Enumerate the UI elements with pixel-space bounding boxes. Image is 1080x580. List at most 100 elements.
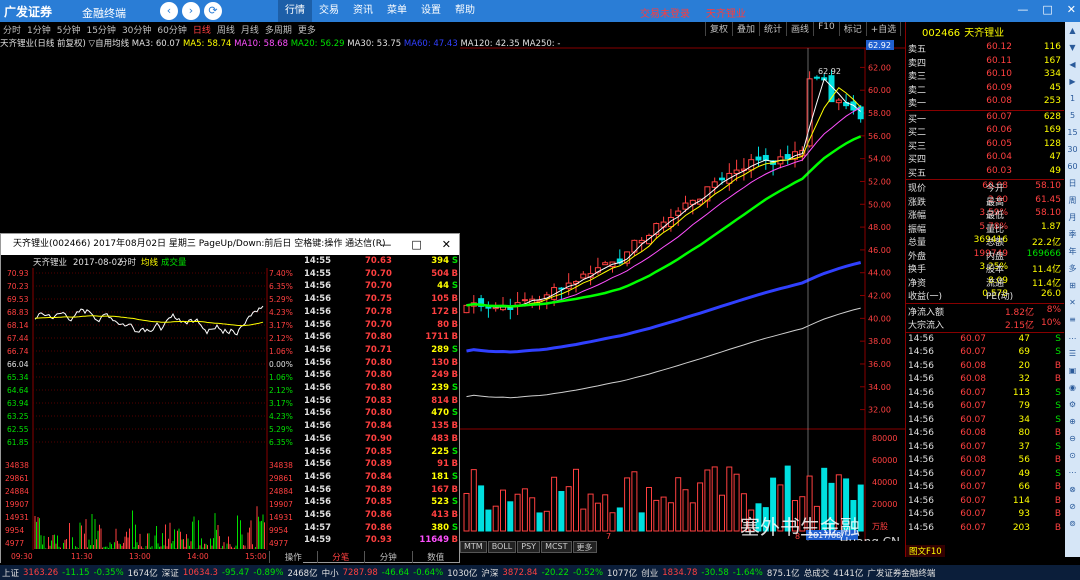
side-tool-21[interactable]: ◉ <box>1065 379 1080 396</box>
period-9[interactable]: 多周期 <box>262 23 295 36</box>
side-tool-12[interactable]: 季 <box>1065 226 1080 243</box>
indicator-tab-2[interactable]: PSY <box>517 541 541 553</box>
stat-row: 总量 369416 总额 22.2亿 <box>906 235 1064 248</box>
mini-pct-label: 4.23% <box>269 308 293 317</box>
forward-icon[interactable]: › <box>182 2 200 20</box>
trade-price: 60.07 <box>960 468 986 479</box>
refresh-icon[interactable]: ⟳ <box>204 2 222 20</box>
chart-tool-1[interactable]: 叠加 <box>732 22 759 36</box>
period-3[interactable]: 15分钟 <box>83 23 118 36</box>
trade-volume: 20 <box>1018 360 1030 371</box>
menu-item-3[interactable]: 菜单 <box>380 0 414 22</box>
popup-minimize-icon[interactable]: — <box>380 234 391 255</box>
menu-item-5[interactable]: 帮助 <box>448 0 482 22</box>
tick-row: 14:56 70.75 105 B <box>303 294 459 307</box>
index-status-bar: 上证 3163.26 -11.15 -0.35% 1674亿 深证 10634.3 -95.4… <box>0 565 1080 580</box>
period-2[interactable]: 5分钟 <box>54 23 84 36</box>
close-icon[interactable]: ✕ <box>1067 3 1076 16</box>
trade-time: 14:56 <box>908 414 934 425</box>
chart-tool-5[interactable]: 标记 <box>838 22 866 36</box>
trade-time: 14:56 <box>908 387 934 398</box>
side-tool-29[interactable]: ⊚ <box>1065 515 1080 532</box>
side-tool-13[interactable]: 年 <box>1065 243 1080 260</box>
chart-tool-0[interactable]: 复权 <box>705 22 732 36</box>
side-tool-17[interactable]: ≡ <box>1065 311 1080 328</box>
side-tool-18[interactable]: … <box>1065 328 1080 345</box>
stat-label: 换手 <box>908 265 927 275</box>
side-tool-24[interactable]: ⊖ <box>1065 430 1080 447</box>
menu-item-0[interactable]: 行情 <box>278 0 312 22</box>
side-tool-3[interactable]: ▶ <box>1065 73 1080 90</box>
indicator-tab-4[interactable]: 更多 <box>572 541 597 553</box>
side-tool-26[interactable]: ⋯ <box>1065 464 1080 481</box>
candle-body <box>463 304 470 314</box>
side-tool-19[interactable]: ☰ <box>1065 345 1080 362</box>
trade-price: 60.07 <box>960 333 986 344</box>
period-6[interactable]: 日线 <box>190 23 214 36</box>
side-tool-27[interactable]: ⊗ <box>1065 481 1080 498</box>
maximize-icon[interactable]: □ <box>1042 3 1052 16</box>
side-tool-25[interactable]: ⊙ <box>1065 447 1080 464</box>
f10-tab[interactable]: 图文F10 <box>906 545 945 557</box>
tick-price: 70.86 <box>365 510 392 520</box>
popup-maximize-icon[interactable]: □ <box>411 234 421 255</box>
side-tool-15[interactable]: ⊞ <box>1065 277 1080 294</box>
stat-label: 总额 <box>986 238 1005 248</box>
indicator-tab-0[interactable]: MTM <box>460 541 487 553</box>
side-tool-14[interactable]: 多 <box>1065 260 1080 277</box>
tick-side: B <box>451 268 458 279</box>
popup-tab-2[interactable]: 分钟 <box>364 551 412 563</box>
side-tool-2[interactable]: ◀ <box>1065 56 1080 73</box>
chart-tool-6[interactable]: +自选 <box>865 22 901 36</box>
side-tool-0[interactable]: ▲ <box>1065 22 1080 39</box>
indicator-tab-1[interactable]: BOLL <box>487 541 517 553</box>
side-tool-4[interactable]: 1 <box>1065 90 1080 107</box>
trade-side: B <box>1054 374 1061 384</box>
side-tool-10[interactable]: 周 <box>1065 192 1080 209</box>
side-tool-16[interactable]: ✕ <box>1065 294 1080 311</box>
side-tool-22[interactable]: ⚙ <box>1065 396 1080 413</box>
period-0[interactable]: 分时 <box>0 23 24 36</box>
trade-status[interactable]: 交易未登录 天齐锂业 <box>640 5 746 20</box>
chart-tool-2[interactable]: 统计 <box>759 22 786 36</box>
indicator-tab-3[interactable]: MCST <box>541 541 572 553</box>
order-book-row: 买一 60.07 628 <box>906 112 1064 125</box>
volume-bar <box>565 486 572 532</box>
side-tool-20[interactable]: ▣ <box>1065 362 1080 379</box>
stat-label: 股本 <box>986 265 1005 275</box>
side-tool-11[interactable]: 月 <box>1065 209 1080 226</box>
period-5[interactable]: 60分钟 <box>154 23 189 36</box>
back-icon[interactable]: ‹ <box>160 2 178 20</box>
menu-item-1[interactable]: 交易 <box>312 0 346 22</box>
period-10[interactable]: 更多 <box>295 23 319 36</box>
tick-time: 14:56 <box>304 370 332 381</box>
chart-tool-4[interactable]: F10 <box>813 22 839 36</box>
side-tool-9[interactable]: 日 <box>1065 175 1080 192</box>
intraday-chart[interactable]: 天齐锂业 2017-08-02分时 均线 成交量 70.93 7.40% 70.23 6.35… <box>1 255 303 563</box>
side-tool-6[interactable]: 15 <box>1065 124 1080 141</box>
popup-tab-0[interactable]: 操作 <box>269 551 317 563</box>
popup-close-icon[interactable]: ✕ <box>442 234 451 255</box>
stat-label: 外盘 <box>908 251 927 262</box>
period-1[interactable]: 1分钟 <box>24 23 54 36</box>
side-tool-28[interactable]: ⊘ <box>1065 498 1080 515</box>
stat-row: 涨幅 3.59% 最低 58.10 <box>906 208 1064 221</box>
period-8[interactable]: 月线 <box>238 23 262 36</box>
menu-item-2[interactable]: 资讯 <box>346 0 380 22</box>
tick-volume: 44 <box>437 281 449 292</box>
side-tool-8[interactable]: 60 <box>1065 158 1080 175</box>
period-4[interactable]: 30分钟 <box>119 23 154 36</box>
popup-tab-3[interactable]: 数值 <box>411 551 460 563</box>
side-tool-1[interactable]: ▼ <box>1065 39 1080 56</box>
popup-tab-1[interactable]: 分笔 <box>316 551 365 563</box>
tick-side: S <box>451 344 458 355</box>
menu-item-4[interactable]: 设置 <box>414 0 448 22</box>
side-tool-5[interactable]: 5 <box>1065 107 1080 124</box>
chart-tool-3[interactable]: 画线 <box>786 22 813 36</box>
period-7[interactable]: 周线 <box>214 23 238 36</box>
mini-pct-label: 5.29% <box>269 295 293 304</box>
volume-bar <box>587 493 594 532</box>
minimize-icon[interactable]: — <box>1017 3 1028 16</box>
side-tool-7[interactable]: 30 <box>1065 141 1080 158</box>
side-tool-23[interactable]: ⊕ <box>1065 413 1080 430</box>
